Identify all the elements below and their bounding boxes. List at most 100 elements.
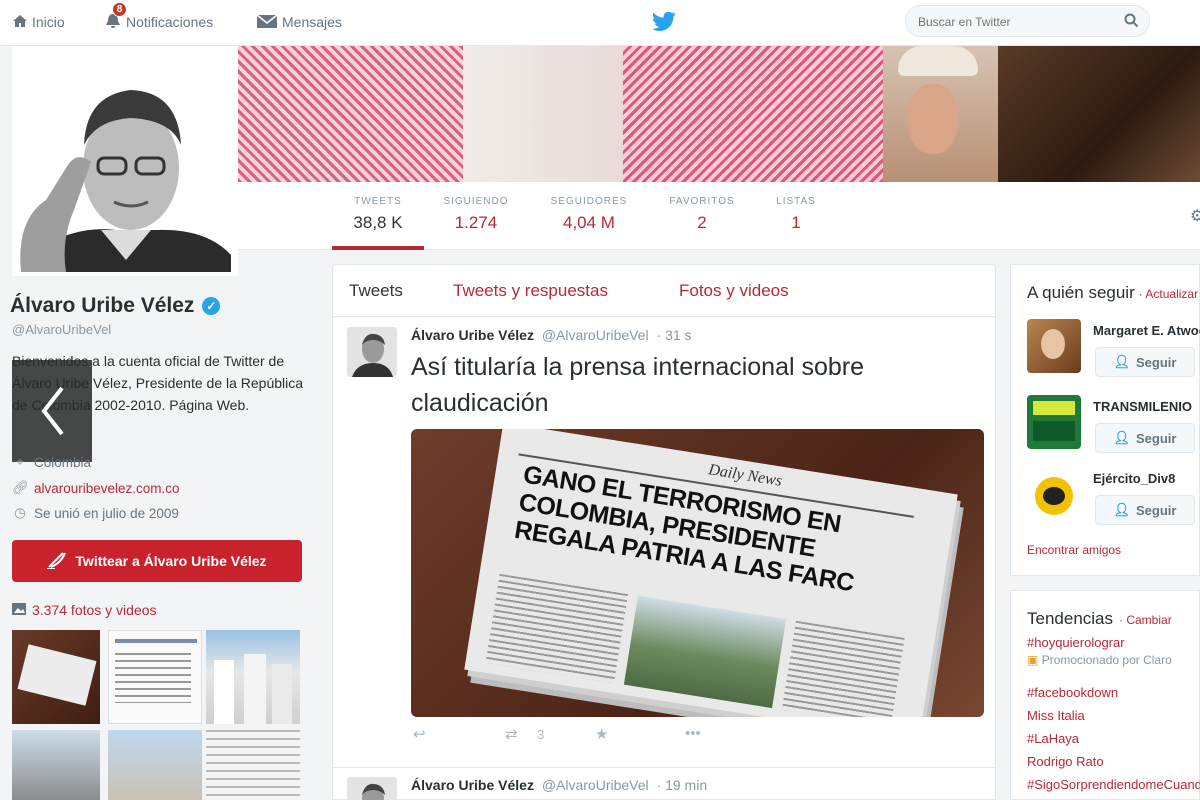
search-box <box>905 5 1150 37</box>
who-to-follow-title: A quién seguir · Actualizar <box>1027 283 1198 303</box>
joined-text: Se unió en julio de 2009 <box>34 505 179 521</box>
tab-tweets[interactable]: Tweets <box>349 281 403 301</box>
profile-header-image <box>238 46 1200 182</box>
tab-photos-and-videos[interactable]: Fotos y videos <box>679 281 789 301</box>
verified-badge-icon: ✓ <box>202 297 221 315</box>
favorite-star-icon[interactable]: ★ <box>595 725 608 743</box>
home-icon <box>12 13 28 32</box>
stat-favorites[interactable]: FAVORITOS 2 <box>660 196 744 233</box>
photos-videos-link[interactable]: 3.374 fotos y videos <box>12 602 157 618</box>
trend-item[interactable]: #SigoSorprendiendomeCuando <box>1027 777 1200 792</box>
timeline: Tweets Tweets y respuestas Fotos y video… <box>332 264 996 800</box>
add-user-icon: 👤︎ <box>1113 430 1131 445</box>
search-input[interactable] <box>918 12 1118 32</box>
tweet-author-name[interactable]: Álvaro Uribe Vélez <box>411 327 534 343</box>
previous-arrow-icon[interactable] <box>12 360 92 462</box>
stat-label: SEGUIDORES <box>550 196 628 207</box>
stat-label: SIGUIENDO <box>443 196 509 207</box>
stat-value: 4,04 M <box>563 213 615 232</box>
trend-item[interactable]: Miss Italia <box>1027 708 1085 723</box>
tweet-author-avatar[interactable] <box>347 777 397 800</box>
tweet-timestamp[interactable]: · 19 min <box>657 777 708 793</box>
tweet-author-name[interactable]: Álvaro Uribe Vélez <box>411 777 534 793</box>
nav-home-label: Inicio <box>32 14 65 30</box>
suggestion-name[interactable]: Ejército_Div8 <box>1093 471 1175 486</box>
promoted-label: ▣ Promocionado por Claro <box>1027 653 1172 667</box>
tweet[interactable]: Álvaro Uribe Vélez @AlvaroUribeVel · 31 … <box>333 327 995 767</box>
trend-item[interactable]: Rodrigo Rato <box>1027 754 1104 769</box>
change-trends-link[interactable]: · Cambiar <box>1119 613 1172 627</box>
stat-value: 38,8 K <box>353 213 403 232</box>
suggestion-avatar[interactable] <box>1027 395 1081 449</box>
media-thumbnail[interactable] <box>206 630 300 724</box>
tweet-author-handle[interactable]: @AlvaroUribeVel <box>542 777 649 793</box>
tweet-actions: ↩ ⇄ 3 ★ ••• <box>413 725 813 749</box>
tab-tweets-and-replies[interactable]: Tweets y respuestas <box>453 281 608 301</box>
suggestion-avatar[interactable] <box>1027 469 1081 523</box>
profile-name: Álvaro Uribe Vélez ✓ <box>10 294 221 318</box>
follow-button[interactable]: 👤︎ Seguir <box>1095 347 1195 377</box>
stat-tweets[interactable]: TWEETS 38,8 K <box>344 196 412 233</box>
follow-button-label: Seguir <box>1136 502 1177 518</box>
tweet-media-newspaper-image[interactable]: Daily News GANO EL TERRORISMO EN COLOMBI… <box>411 429 984 717</box>
twitter-bird-logo[interactable] <box>650 9 678 35</box>
add-user-icon: 👤︎ <box>1113 354 1131 369</box>
more-options-icon[interactable]: ••• <box>685 725 701 742</box>
nav-notifications[interactable]: 8 Notificaciones <box>104 0 213 44</box>
image-icon <box>12 602 26 618</box>
who-to-follow-module: A quién seguir · Actualizar Margaret E. A… <box>1010 264 1200 576</box>
trends-title-text: Tendencias <box>1027 609 1114 628</box>
media-thumbnail[interactable] <box>206 730 300 800</box>
stat-label: FAVORITOS <box>669 196 735 207</box>
tweet-timestamp[interactable]: · 31 s <box>657 327 692 343</box>
tweet-to-button[interactable]: Twittear a Álvaro Uribe Vélez <box>12 540 302 582</box>
nav-messages[interactable]: Mensajes <box>256 0 342 44</box>
trends-module: Tendencias · Cambiar #hoyquierolograr ▣ P… <box>1010 590 1200 800</box>
tweet-author-handle[interactable]: @AlvaroUribeVel <box>542 327 649 343</box>
follow-button[interactable]: 👤︎ Seguir <box>1095 495 1195 525</box>
media-thumbnail[interactable] <box>12 730 100 800</box>
follow-button[interactable]: 👤︎ Seguir <box>1095 423 1195 453</box>
stat-value: 2 <box>697 213 707 232</box>
nav-notifications-label: Notificaciones <box>126 14 214 30</box>
search-icon[interactable] <box>1124 13 1139 33</box>
retweet-icon[interactable]: ⇄ <box>505 725 518 743</box>
tweet[interactable]: Álvaro Uribe Vélez @AlvaroUribeVel · 19 … <box>333 777 995 800</box>
suggestion-name[interactable]: Margaret E. Atwood <box>1093 323 1200 338</box>
media-thumbnail[interactable] <box>108 630 202 724</box>
find-friends-link[interactable]: Encontrar amigos <box>1027 543 1121 557</box>
promoted-text: Promocionado por Claro <box>1041 653 1172 667</box>
nav-home[interactable]: Inicio <box>12 0 65 44</box>
stat-following[interactable]: SIGUIENDO 1.274 <box>436 196 516 233</box>
timeline-tabs: Tweets Tweets y respuestas Fotos y video… <box>333 265 995 317</box>
media-thumbnail[interactable] <box>12 630 100 724</box>
website-text[interactable]: alvarouribevelez.com.co <box>34 481 180 496</box>
profile-avatar[interactable] <box>12 46 238 276</box>
stat-followers[interactable]: SEGUIDORES 4,04 M <box>540 196 638 233</box>
follow-button-label: Seguir <box>1136 430 1177 446</box>
gear-icon[interactable]: ⚙ <box>1190 206 1200 226</box>
suggestion-avatar[interactable] <box>1027 319 1081 373</box>
media-thumbnail[interactable] <box>108 730 202 800</box>
profile-handle[interactable]: @AlvaroUribeVel <box>12 322 111 337</box>
stat-lists[interactable]: LISTAS 1 <box>768 196 824 233</box>
suggestion-name[interactable]: TRANSMILENIO <box>1093 399 1192 414</box>
add-user-icon: 👤︎ <box>1113 502 1131 517</box>
follow-button-label: Seguir <box>1136 354 1177 370</box>
envelope-icon <box>256 13 278 32</box>
notification-count-badge: 8 <box>112 2 127 17</box>
trend-item[interactable]: #facebookdown <box>1027 685 1118 700</box>
stat-value: 1 <box>791 213 801 232</box>
refresh-link[interactable]: · Actualizar <box>1139 287 1198 301</box>
quill-icon <box>47 551 67 572</box>
trend-item[interactable]: #LaHaya <box>1027 731 1079 746</box>
trend-item[interactable]: #hoyquierolograr <box>1027 635 1125 650</box>
newspaper-headline: GANO EL TERRORISMO EN COLOMBIA, PRESIDEN… <box>512 460 856 598</box>
reply-icon[interactable]: ↩ <box>413 725 426 743</box>
profile-location: ⌖ Colombia <box>12 454 91 470</box>
profile-website[interactable]: 🔗︎ alvarouribevelez.com.co <box>12 480 180 496</box>
nav-messages-label: Mensajes <box>282 14 342 30</box>
trends-title: Tendencias · Cambiar <box>1027 609 1172 629</box>
tweet-author-avatar[interactable] <box>347 327 397 377</box>
link-icon: 🔗︎ <box>12 480 30 495</box>
